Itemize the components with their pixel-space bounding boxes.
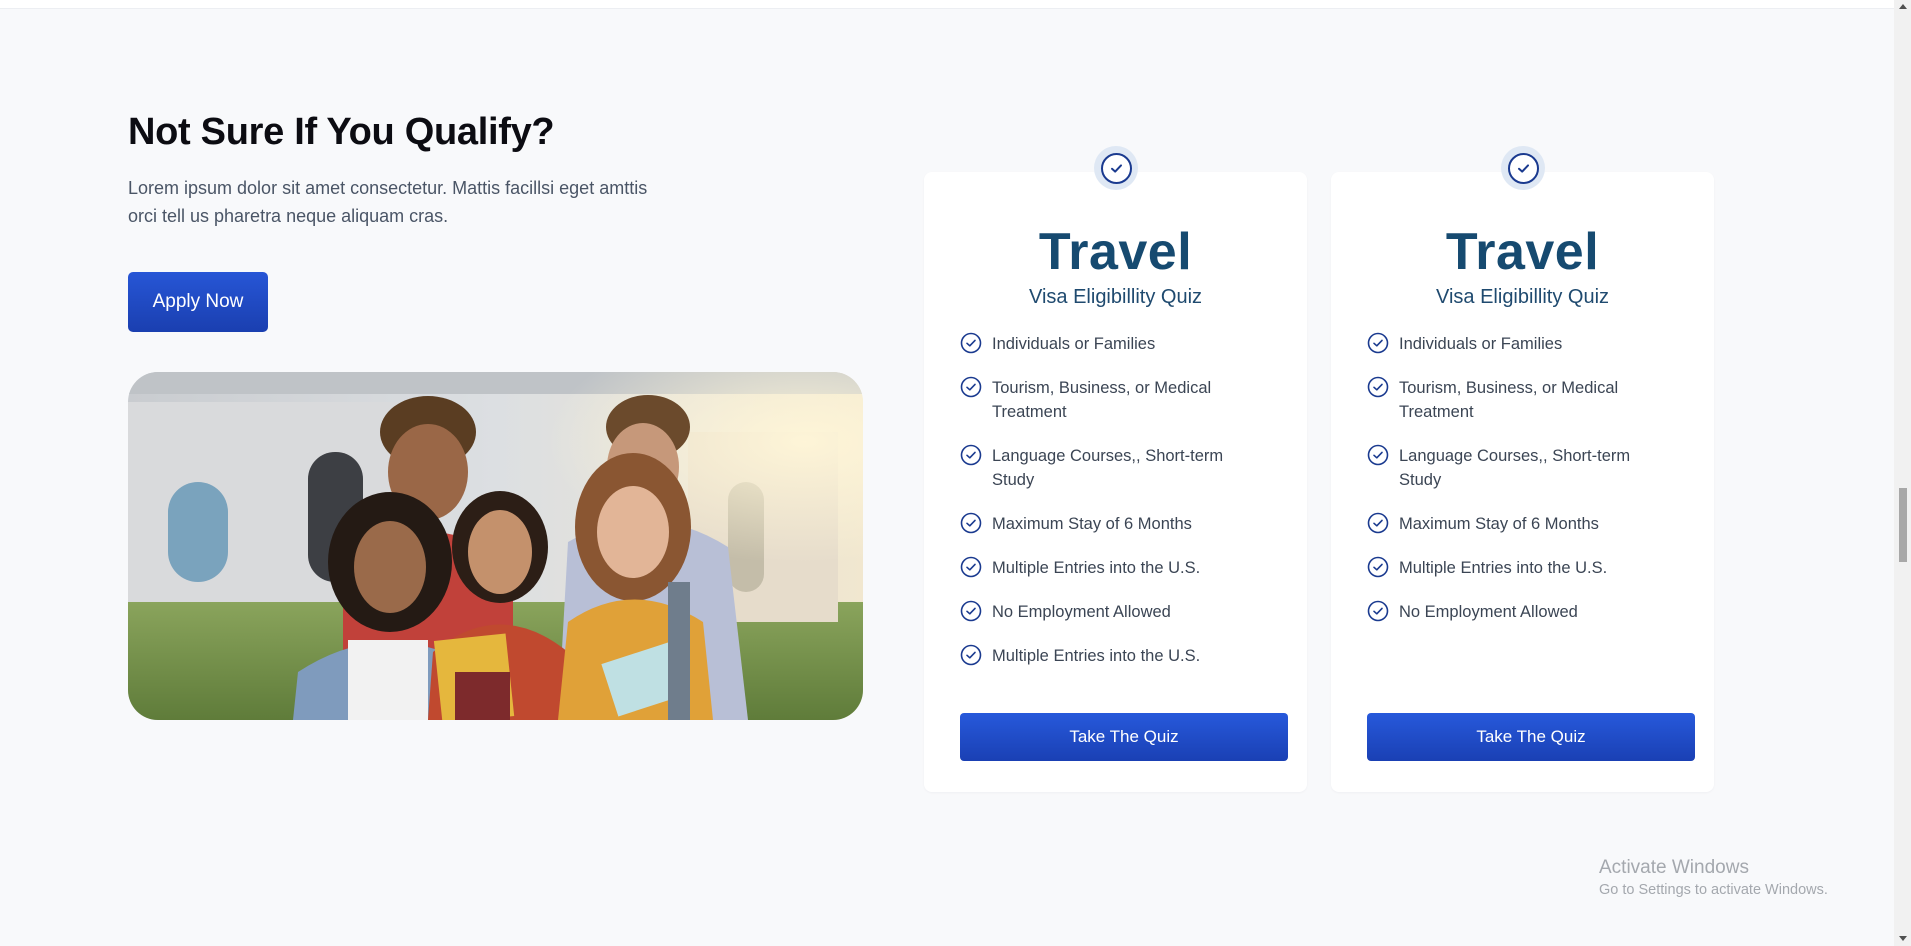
feature-list: Individuals or Families Tourism, Busines… xyxy=(1367,332,1667,644)
feature-text: Tourism, Business, or Medical Treatment xyxy=(1399,379,1619,421)
card-badge-check-icon xyxy=(1501,146,1545,190)
feature-item: Maximum Stay of 6 Months xyxy=(1367,512,1667,536)
check-circle-icon xyxy=(960,512,982,534)
feature-text: Tourism, Business, or Medical Treatment xyxy=(992,379,1212,421)
feature-text: Multiple Entries into the U.S. xyxy=(992,647,1201,665)
quiz-card: Travel Visa Eligibillity Quiz Individual… xyxy=(924,146,1307,792)
card-subtitle: Visa Eligibillity Quiz xyxy=(1028,286,1203,308)
feature-text: Language Courses,, Short-term Study xyxy=(1399,447,1631,489)
quiz-card: Travel Visa Eligibillity Quiz Individual… xyxy=(1331,146,1714,792)
card-title: Travel xyxy=(1445,223,1600,281)
card-title: Travel xyxy=(1038,223,1193,281)
feature-list: Individuals or Families Tourism, Busines… xyxy=(960,332,1260,688)
check-circle-icon xyxy=(960,600,982,622)
check-circle-icon xyxy=(1367,600,1389,622)
check-circle-icon xyxy=(1367,444,1389,466)
feature-text: Individuals or Families xyxy=(992,335,1156,353)
scrollbar-thumb[interactable] xyxy=(1899,488,1907,562)
check-circle-icon xyxy=(1367,556,1389,578)
feature-text: No Employment Allowed xyxy=(992,603,1171,621)
qualify-intro: Not Sure If You Qualify? Lorem ipsum dol… xyxy=(128,100,868,332)
feature-item: Multiple Entries into the U.S. xyxy=(960,644,1260,668)
watermark-subtitle: Go to Settings to activate Windows. xyxy=(1599,882,1828,898)
feature-item: Maximum Stay of 6 Months xyxy=(960,512,1260,536)
windows-activation-watermark: Activate Windows Go to Settings to activ… xyxy=(1599,856,1828,900)
check-circle-icon xyxy=(1367,376,1389,398)
check-circle-icon xyxy=(960,644,982,666)
feature-item: Language Courses,, Short-term Study xyxy=(960,444,1260,492)
feature-text: Multiple Entries into the U.S. xyxy=(992,559,1201,577)
feature-text: No Employment Allowed xyxy=(1399,603,1578,621)
feature-text: Language Courses,, Short-term Study xyxy=(992,447,1224,489)
watermark-title: Activate Windows xyxy=(1599,857,1749,878)
feature-item: Tourism, Business, or Medical Treatment xyxy=(960,376,1260,424)
vertical-scrollbar[interactable] xyxy=(1894,0,1911,946)
feature-item: Multiple Entries into the U.S. xyxy=(1367,556,1667,580)
check-circle-icon xyxy=(1367,332,1389,354)
top-header-edge xyxy=(0,0,1911,9)
students-group-photo xyxy=(128,372,863,720)
check-circle-icon xyxy=(960,332,982,354)
check-circle-icon xyxy=(960,556,982,578)
check-circle-icon xyxy=(960,376,982,398)
feature-text: Maximum Stay of 6 Months xyxy=(992,515,1192,533)
feature-item: Multiple Entries into the U.S. xyxy=(960,556,1260,580)
feature-item: No Employment Allowed xyxy=(1367,600,1667,624)
feature-text: Individuals or Families xyxy=(1399,335,1563,353)
apply-now-button[interactable]: Apply Now xyxy=(128,272,268,332)
card-subtitle: Visa Eligibillity Quiz xyxy=(1435,286,1610,308)
feature-item: Tourism, Business, or Medical Treatment xyxy=(1367,376,1667,424)
feature-item: Individuals or Families xyxy=(960,332,1260,356)
feature-item: Individuals or Families xyxy=(1367,332,1667,356)
check-circle-icon xyxy=(1367,512,1389,534)
section-description: Lorem ipsum dolor sit amet consectetur. … xyxy=(128,178,648,226)
take-quiz-button[interactable]: Take The Quiz xyxy=(960,713,1288,761)
feature-text: Multiple Entries into the U.S. xyxy=(1399,559,1608,577)
section-heading: Not Sure If You Qualify? xyxy=(128,111,555,153)
scroll-up-arrow-icon[interactable] xyxy=(1894,0,1911,14)
check-circle-icon xyxy=(960,444,982,466)
feature-text: Maximum Stay of 6 Months xyxy=(1399,515,1599,533)
feature-item: No Employment Allowed xyxy=(960,600,1260,624)
card-badge-check-icon xyxy=(1094,146,1138,190)
take-quiz-button[interactable]: Take The Quiz xyxy=(1367,713,1695,761)
feature-item: Language Courses,, Short-term Study xyxy=(1367,444,1667,492)
scroll-down-arrow-icon[interactable] xyxy=(1894,932,1911,946)
